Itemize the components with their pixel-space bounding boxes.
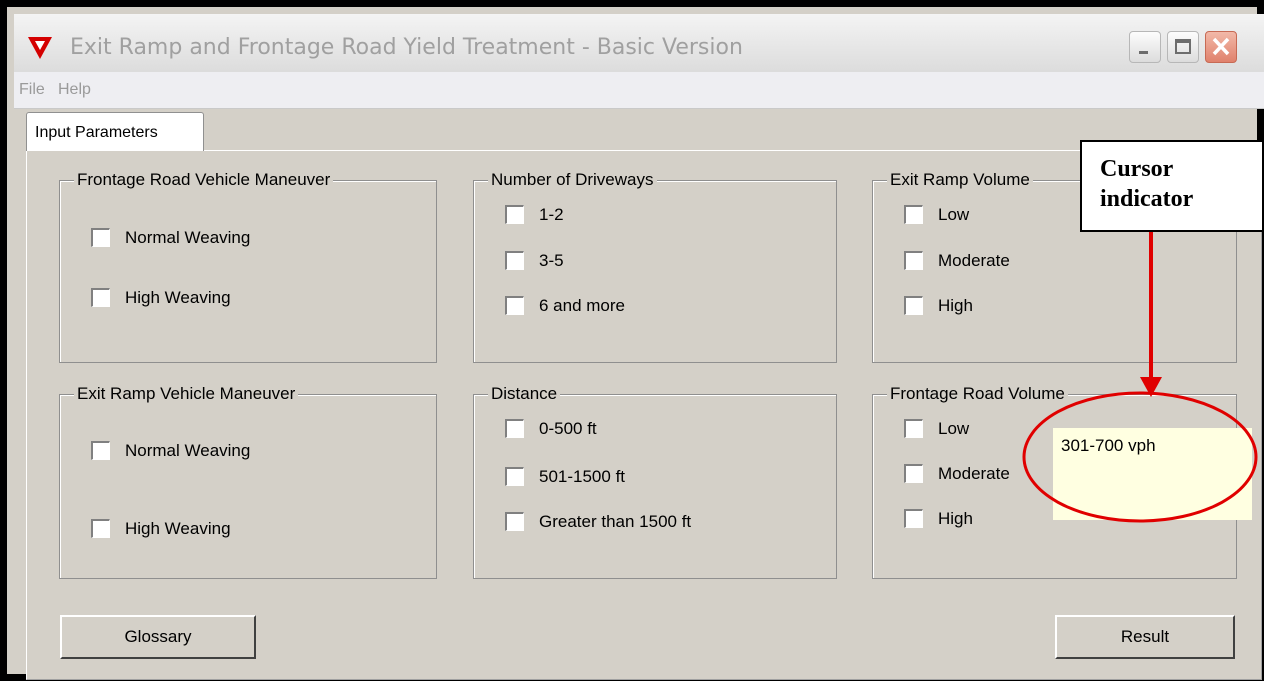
- checkbox-label: Greater than 1500 ft: [539, 512, 692, 531]
- checkbox-box[interactable]: [91, 228, 110, 247]
- menu-help[interactable]: Help: [58, 81, 91, 99]
- checkbox-box[interactable]: [505, 512, 524, 531]
- red-triangle-logo-icon: [27, 36, 53, 65]
- group-title: Distance: [488, 384, 561, 404]
- checkbox-box[interactable]: [91, 441, 110, 460]
- group-frontage-road-vehicle-maneuver: Frontage Road Vehicle Maneuver Normal We…: [59, 170, 437, 363]
- checkbox-box[interactable]: [904, 296, 923, 315]
- checkbox-label: Moderate: [938, 464, 1010, 483]
- group-title: Exit Ramp Vehicle Maneuver: [74, 384, 299, 404]
- window-title: Exit Ramp and Frontage Road Yield Treatm…: [70, 35, 743, 60]
- annotation-callout-text: Cursor indicator: [1100, 156, 1194, 212]
- checkbox-label: High: [938, 509, 973, 528]
- checkbox-label: High Weaving: [125, 288, 231, 307]
- app-window: Exit Ramp and Frontage Road Yield Treatm…: [0, 0, 1264, 681]
- group-number-of-driveways: Number of Driveways 1-2 3-5 6 and more: [473, 170, 837, 363]
- checkbox-box[interactable]: [91, 288, 110, 307]
- checkbox-box[interactable]: [904, 464, 923, 483]
- checkbox-box[interactable]: [505, 251, 524, 270]
- checkbox-label: Low: [938, 205, 970, 224]
- checkbox-label: Low: [938, 419, 970, 438]
- checkbox-label: High Weaving: [125, 519, 231, 538]
- checkbox-box[interactable]: [505, 467, 524, 486]
- maximize-icon: [1175, 39, 1191, 54]
- checkbox-label: 501-1500 ft: [539, 467, 626, 486]
- checkbox-box[interactable]: [91, 519, 110, 538]
- checkbox-label: 3-5: [539, 251, 564, 270]
- menu-bar: File Help: [14, 72, 1264, 109]
- group-title: Exit Ramp Volume: [887, 170, 1033, 190]
- menu-file[interactable]: File: [19, 81, 45, 99]
- minimize-icon: [1139, 51, 1148, 54]
- checkbox-label: 1-2: [539, 205, 564, 224]
- checkbox-label: Normal Weaving: [125, 441, 251, 460]
- maximize-button[interactable]: [1167, 31, 1199, 63]
- tab-input-parameters[interactable]: Input Parameters: [26, 112, 204, 151]
- checkbox-box[interactable]: [904, 419, 923, 438]
- tooltip-text: 301-700 vph: [1061, 436, 1156, 455]
- checkbox-label: 6 and more: [539, 296, 625, 315]
- close-icon: [1212, 37, 1230, 56]
- checkbox-label: Moderate: [938, 251, 1010, 270]
- group-title: Frontage Road Volume: [887, 384, 1068, 404]
- checkbox-label: High: [938, 296, 973, 315]
- checkbox-box[interactable]: [505, 296, 524, 315]
- tab-input-parameters-label: Input Parameters: [35, 124, 158, 141]
- checkbox-label: 0-500 ft: [539, 419, 597, 438]
- group-exit-ramp-vehicle-maneuver: Exit Ramp Vehicle Maneuver Normal Weavin…: [59, 384, 437, 579]
- checkbox-box[interactable]: [904, 509, 923, 528]
- minimize-button[interactable]: [1129, 31, 1161, 63]
- title-bar[interactable]: Exit Ramp and Frontage Road Yield Treatm…: [14, 14, 1264, 72]
- checkbox-box[interactable]: [904, 251, 923, 270]
- annotation-callout: Cursor indicator: [1080, 140, 1264, 232]
- checkbox-box[interactable]: [505, 205, 524, 224]
- group-title: Frontage Road Vehicle Maneuver: [74, 170, 334, 190]
- checkbox-box[interactable]: [505, 419, 524, 438]
- group-distance: Distance 0-500 ft 501-1500 ft Greater th…: [473, 384, 837, 579]
- tooltip: 301-700 vph: [1053, 428, 1252, 520]
- checkbox-label: Normal Weaving: [125, 228, 251, 247]
- close-button[interactable]: [1205, 31, 1237, 63]
- result-button[interactable]: Result: [1055, 615, 1235, 659]
- glossary-button[interactable]: Glossary: [60, 615, 256, 659]
- checkbox-box[interactable]: [904, 205, 923, 224]
- group-title: Number of Driveways: [488, 170, 657, 190]
